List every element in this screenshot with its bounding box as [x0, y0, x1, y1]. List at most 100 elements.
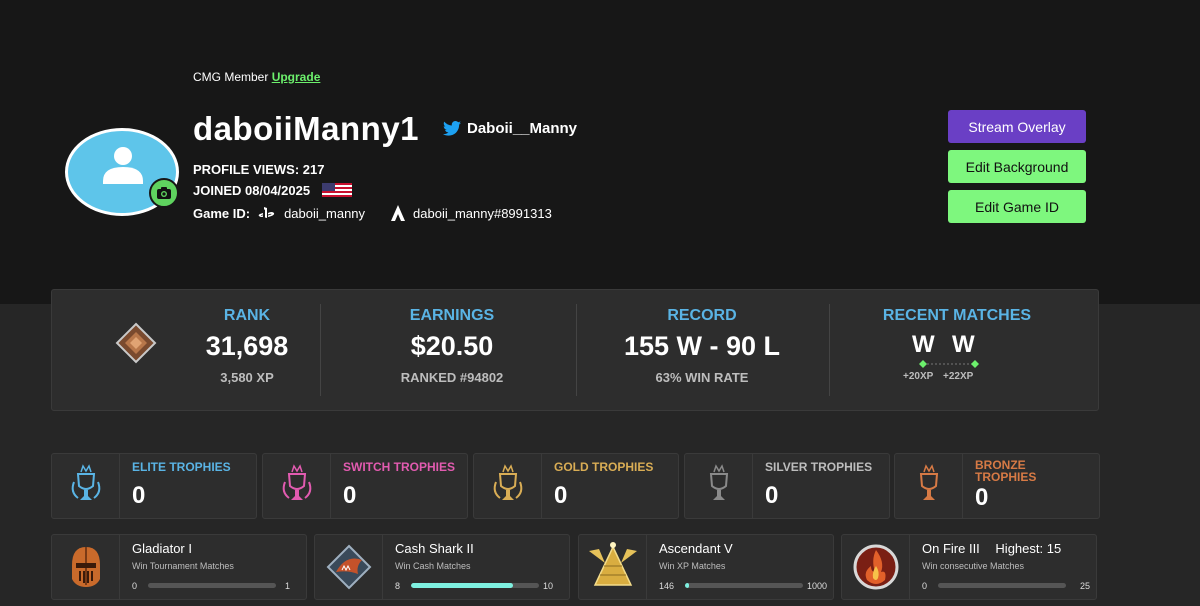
rank-badge-icon	[115, 322, 157, 364]
joined-date: JOINED 08/04/2025	[193, 183, 311, 198]
achievement-card: Ascendant V Win XP Matches 146 1000	[578, 534, 834, 600]
on-fire-icon	[853, 544, 898, 590]
match-result: W	[952, 331, 975, 358]
switch-trophy-icon	[282, 464, 311, 500]
avatar[interactable]	[65, 128, 179, 216]
trophy-icon-wrap	[263, 454, 331, 518]
playstation-icon	[258, 207, 275, 218]
elite-trophies-card: ELITE TROPHIES 0	[51, 453, 257, 519]
progress-bar	[685, 583, 803, 588]
trophy-label: SWITCH TROPHIES	[343, 460, 456, 474]
profile-views: PROFILE VIEWS: 217	[193, 162, 325, 177]
win-rate: 63% WIN RATE	[655, 370, 749, 385]
gold-trophy-icon	[493, 464, 522, 500]
achievement-high: 1000	[806, 581, 827, 591]
match-result: W	[912, 331, 935, 358]
us-flag-icon	[321, 183, 352, 197]
trophy-icon-wrap	[52, 454, 120, 518]
psn-id: daboii_manny	[284, 205, 366, 221]
username: daboiiManny1	[193, 110, 420, 147]
divider	[320, 304, 321, 396]
trophy-label: GOLD TROPHIES	[554, 460, 654, 474]
earnings-ranked: RANKED #94802	[400, 370, 504, 385]
stats-panel: RANK 31,698 3,580 XP EARNINGS $20.50 RAN…	[51, 289, 1099, 411]
earnings-label: EARNINGS	[409, 307, 495, 324]
record-stat: RECORD 155 W - 90 L 63% WIN RATE	[582, 290, 822, 410]
match-timeline-icon	[919, 360, 979, 368]
divider	[829, 304, 830, 396]
achievement-icon-wrap	[579, 535, 647, 599]
apex-icon	[391, 205, 406, 221]
progress-bar	[148, 583, 276, 588]
achievement-low: 146	[659, 581, 675, 591]
trophy-label: BRONZE TROPHIES	[975, 459, 1036, 483]
trophy-count: 0	[554, 482, 568, 509]
achievement-high: 25	[1079, 581, 1090, 591]
achievement-card: On Fire III Highest: 15 Win consecutive …	[841, 534, 1097, 600]
achievement-desc: Win XP Matches	[659, 561, 726, 571]
trophy-label: SILVER TROPHIES	[765, 460, 873, 474]
achievement-card: Gladiator I Win Tournament Matches 0 1	[51, 534, 307, 600]
membership-status: CMG Member Upgrade	[193, 70, 320, 84]
stream-overlay-button[interactable]: Stream Overlay	[948, 110, 1086, 143]
trophy-icon-wrap	[474, 454, 542, 518]
edit-background-button[interactable]: Edit Background	[948, 150, 1086, 183]
cash-shark-icon	[326, 544, 371, 590]
achievement-high: 1	[284, 581, 290, 591]
ascendant-pyramid-icon	[588, 542, 637, 586]
match-xp: +22XP	[943, 371, 974, 382]
camera-icon	[157, 187, 171, 199]
achievement-low: 0	[132, 581, 138, 591]
trophy-count: 0	[343, 482, 357, 509]
gladiator-helmet-icon	[71, 547, 100, 587]
record-label: RECORD	[667, 307, 737, 324]
achievement-name: On Fire III	[922, 541, 980, 556]
rank-xp: 3,580 XP	[220, 370, 274, 385]
silver-trophy-icon	[709, 464, 728, 500]
recent-matches-label: RECENT MATCHES	[882, 307, 1032, 324]
rank-stat: RANK 31,698 3,580 XP	[182, 290, 312, 410]
record-value: 155 W - 90 L	[623, 331, 781, 361]
earnings-stat: EARNINGS $20.50 RANKED #94802	[332, 290, 572, 410]
twitter-link[interactable]: Daboii__Manny	[443, 120, 577, 137]
bronze-trophies-card: BRONZE TROPHIES 0	[894, 453, 1100, 519]
trophy-label: ELITE TROPHIES	[132, 460, 231, 474]
progress-fill	[411, 583, 514, 588]
achievement-icon-wrap	[315, 535, 383, 599]
achievement-desc: Win Cash Matches	[395, 561, 471, 571]
achievement-card: Cash Shark II Win Cash Matches 8 10	[314, 534, 570, 600]
trophy-count: 0	[765, 482, 779, 509]
achievement-name-row: On Fire III Highest: 15	[922, 541, 1061, 556]
achievement-desc: Win consecutive Matches	[922, 561, 1025, 571]
progress-fill	[685, 583, 689, 588]
achievement-icon-wrap	[52, 535, 120, 599]
divider	[576, 304, 577, 396]
achievement-highest: Highest: 15	[995, 541, 1062, 556]
elite-trophy-icon	[71, 464, 100, 500]
achievement-name: Cash Shark II	[395, 541, 474, 556]
game-id-row: Game ID: daboii_manny daboii_manny#89913…	[193, 205, 552, 221]
achievement-name: Ascendant V	[659, 541, 733, 556]
apex-id: daboii_manny#8991313	[413, 205, 552, 221]
recent-matches-stat: RECENT MATCHES W W +20XP +22XP	[842, 290, 1072, 410]
achievement-low: 0	[922, 581, 928, 591]
progress-bar	[938, 583, 1066, 588]
gold-trophies-card: GOLD TROPHIES 0	[473, 453, 679, 519]
achievement-desc: Win Tournament Matches	[132, 561, 234, 571]
achievement-high: 10	[542, 581, 553, 591]
member-text: CMG Member	[193, 70, 269, 84]
change-avatar-button[interactable]	[149, 178, 179, 208]
achievement-name: Gladiator I	[132, 541, 192, 556]
trophy-count: 0	[132, 482, 146, 509]
bronze-trophy-icon	[919, 464, 938, 500]
silver-trophies-card: SILVER TROPHIES 0	[684, 453, 890, 519]
trophy-label-line: TROPHIES	[975, 470, 1037, 484]
trophy-icon-wrap	[895, 454, 963, 518]
switch-trophies-card: SWITCH TROPHIES 0	[262, 453, 468, 519]
edit-game-id-button[interactable]: Edit Game ID	[948, 190, 1086, 223]
rank-value: 31,698	[205, 331, 289, 361]
recent-matches-list: W W +20XP +22XP	[903, 331, 1007, 383]
upgrade-link[interactable]: Upgrade	[272, 70, 321, 84]
trophy-icon-wrap	[685, 454, 753, 518]
match-xp: +20XP	[903, 371, 934, 382]
